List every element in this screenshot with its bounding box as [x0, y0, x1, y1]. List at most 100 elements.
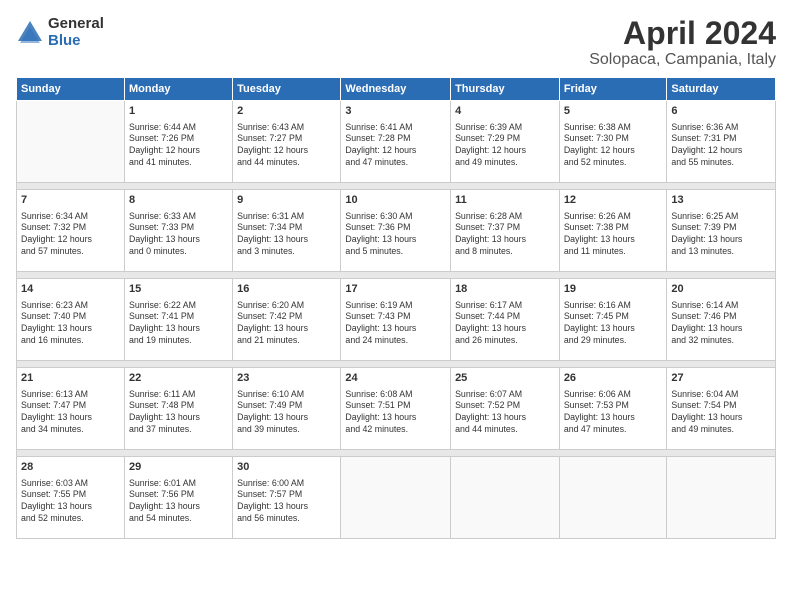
table-row: 29 Sunrise: 6:01 AMSunset: 7:56 PMDayligh… [124, 457, 232, 539]
day-number: 29 [129, 460, 228, 475]
day-number: 8 [129, 193, 228, 208]
table-row: 24Sunrise: 6:08 AMSunset: 7:51 PMDayligh… [341, 368, 451, 450]
col-saturday: Saturday [667, 78, 776, 101]
day-info: Sunrise: 6:44 AMSunset: 7:26 PMDaylight:… [129, 122, 228, 170]
table-row: 5 Sunrise: 6:38 AMSunset: 7:30 PMDaylight… [559, 101, 667, 183]
day-info: Sunrise: 6:10 AMSunset: 7:49 PMDaylight:… [237, 389, 336, 437]
table-row: 1 Sunrise: 6:44 AMSunset: 7:26 PMDaylight… [124, 101, 232, 183]
table-row [341, 457, 451, 539]
logo-text: General Blue [48, 16, 104, 49]
day-info: Sunrise: 6:11 AMSunset: 7:48 PMDaylight:… [129, 389, 228, 437]
day-number: 1 [129, 104, 228, 119]
day-number: 22 [129, 371, 228, 386]
day-info: Sunrise: 6:20 AMSunset: 7:42 PMDaylight:… [237, 300, 336, 348]
table-row: 6 Sunrise: 6:36 AMSunset: 7:31 PMDaylight… [667, 101, 776, 183]
table-row: 20Sunrise: 6:14 AMSunset: 7:46 PMDayligh… [667, 279, 776, 361]
week-separator [17, 272, 776, 279]
week-separator [17, 183, 776, 190]
location: Solopaca, Campania, Italy [589, 51, 776, 69]
table-row: 7 Sunrise: 6:34 AMSunset: 7:32 PMDaylight… [17, 190, 125, 272]
logo-blue-text: Blue [48, 33, 104, 50]
day-info: Sunrise: 6:13 AMSunset: 7:47 PMDaylight:… [21, 389, 120, 437]
calendar-week-row: 21Sunrise: 6:13 AMSunset: 7:47 PMDayligh… [17, 368, 776, 450]
day-info: Sunrise: 6:31 AMSunset: 7:34 PMDaylight:… [237, 211, 336, 259]
table-row: 4Sunrise: 6:39 AMSunset: 7:29 PMDaylight… [451, 101, 560, 183]
day-info: Sunrise: 6:22 AMSunset: 7:41 PMDaylight:… [129, 300, 228, 348]
day-number: 14 [21, 282, 120, 297]
day-number: 4 [455, 104, 555, 119]
day-info: Sunrise: 6:16 AMSunset: 7:45 PMDaylight:… [564, 300, 663, 348]
table-row: 17Sunrise: 6:19 AMSunset: 7:43 PMDayligh… [341, 279, 451, 361]
table-row: 8 Sunrise: 6:33 AMSunset: 7:33 PMDaylight… [124, 190, 232, 272]
day-info: Sunrise: 6:26 AMSunset: 7:38 PMDaylight:… [564, 211, 663, 259]
table-row [667, 457, 776, 539]
table-row: 28Sunrise: 6:03 AMSunset: 7:55 PMDayligh… [17, 457, 125, 539]
day-info: Sunrise: 6:38 AMSunset: 7:30 PMDaylight:… [564, 122, 663, 170]
title-block: April 2024 Solopaca, Campania, Italy [589, 16, 776, 69]
page: General Blue April 2024 Solopaca, Campan… [0, 0, 792, 612]
table-row: 21Sunrise: 6:13 AMSunset: 7:47 PMDayligh… [17, 368, 125, 450]
col-sunday: Sunday [17, 78, 125, 101]
day-number: 26 [564, 371, 663, 386]
table-row [451, 457, 560, 539]
day-number: 16 [237, 282, 336, 297]
day-number: 18 [455, 282, 555, 297]
table-row: 30Sunrise: 6:00 AMSunset: 7:57 PMDayligh… [233, 457, 341, 539]
col-thursday: Thursday [451, 78, 560, 101]
day-info: Sunrise: 6:07 AMSunset: 7:52 PMDaylight:… [455, 389, 555, 437]
table-row: 12Sunrise: 6:26 AMSunset: 7:38 PMDayligh… [559, 190, 667, 272]
table-row: 22 Sunrise: 6:11 AMSunset: 7:48 PMDayligh… [124, 368, 232, 450]
table-row: 14Sunrise: 6:23 AMSunset: 7:40 PMDayligh… [17, 279, 125, 361]
day-info: Sunrise: 6:03 AMSunset: 7:55 PMDaylight:… [21, 478, 120, 526]
day-info: Sunrise: 6:19 AMSunset: 7:43 PMDaylight:… [345, 300, 446, 348]
day-info: Sunrise: 6:28 AMSunset: 7:37 PMDaylight:… [455, 211, 555, 259]
table-row: 3Sunrise: 6:41 AMSunset: 7:28 PMDaylight… [341, 101, 451, 183]
day-info: Sunrise: 6:34 AMSunset: 7:32 PMDaylight:… [21, 211, 120, 259]
day-number: 19 [564, 282, 663, 297]
day-number: 13 [671, 193, 771, 208]
col-wednesday: Wednesday [341, 78, 451, 101]
col-friday: Friday [559, 78, 667, 101]
day-number: 25 [455, 371, 555, 386]
day-info: Sunrise: 6:06 AMSunset: 7:53 PMDaylight:… [564, 389, 663, 437]
day-number: 20 [671, 282, 771, 297]
table-row: 19 Sunrise: 6:16 AMSunset: 7:45 PMDayligh… [559, 279, 667, 361]
col-monday: Monday [124, 78, 232, 101]
table-row: 18 Sunrise: 6:17 AMSunset: 7:44 PMDayligh… [451, 279, 560, 361]
day-number: 11 [455, 193, 555, 208]
table-row [559, 457, 667, 539]
day-number: 23 [237, 371, 336, 386]
calendar-table: Sunday Monday Tuesday Wednesday Thursday… [16, 77, 776, 539]
day-info: Sunrise: 6:17 AMSunset: 7:44 PMDaylight:… [455, 300, 555, 348]
day-number: 2 [237, 104, 336, 119]
day-number: 9 [237, 193, 336, 208]
day-info: Sunrise: 6:33 AMSunset: 7:33 PMDaylight:… [129, 211, 228, 259]
day-info: Sunrise: 6:01 AMSunset: 7:56 PMDaylight:… [129, 478, 228, 526]
logo: General Blue [16, 16, 104, 49]
table-row: 15Sunrise: 6:22 AMSunset: 7:41 PMDayligh… [124, 279, 232, 361]
day-info: Sunrise: 6:30 AMSunset: 7:36 PMDaylight:… [345, 211, 446, 259]
table-row: 13Sunrise: 6:25 AMSunset: 7:39 PMDayligh… [667, 190, 776, 272]
table-row: 9 Sunrise: 6:31 AMSunset: 7:34 PMDaylight… [233, 190, 341, 272]
calendar-week-row: 1 Sunrise: 6:44 AMSunset: 7:26 PMDaylight… [17, 101, 776, 183]
day-info: Sunrise: 6:00 AMSunset: 7:57 PMDaylight:… [237, 478, 336, 526]
day-number: 7 [21, 193, 120, 208]
header: General Blue April 2024 Solopaca, Campan… [16, 16, 776, 69]
table-row: 10Sunrise: 6:30 AMSunset: 7:36 PMDayligh… [341, 190, 451, 272]
table-row: 11 Sunrise: 6:28 AMSunset: 7:37 PMDayligh… [451, 190, 560, 272]
col-tuesday: Tuesday [233, 78, 341, 101]
day-info: Sunrise: 6:43 AMSunset: 7:27 PMDaylight:… [237, 122, 336, 170]
table-row: 26 Sunrise: 6:06 AMSunset: 7:53 PMDayligh… [559, 368, 667, 450]
week-separator [17, 450, 776, 457]
month-title: April 2024 [589, 16, 776, 51]
day-number: 27 [671, 371, 771, 386]
day-number: 6 [671, 104, 771, 119]
table-row: 25 Sunrise: 6:07 AMSunset: 7:52 PMDayligh… [451, 368, 560, 450]
day-info: Sunrise: 6:36 AMSunset: 7:31 PMDaylight:… [671, 122, 771, 170]
table-row: 16 Sunrise: 6:20 AMSunset: 7:42 PMDayligh… [233, 279, 341, 361]
day-number: 5 [564, 104, 663, 119]
table-row: 23 Sunrise: 6:10 AMSunset: 7:49 PMDayligh… [233, 368, 341, 450]
day-info: Sunrise: 6:04 AMSunset: 7:54 PMDaylight:… [671, 389, 771, 437]
calendar-week-row: 14Sunrise: 6:23 AMSunset: 7:40 PMDayligh… [17, 279, 776, 361]
table-row: 27 Sunrise: 6:04 AMSunset: 7:54 PMDayligh… [667, 368, 776, 450]
